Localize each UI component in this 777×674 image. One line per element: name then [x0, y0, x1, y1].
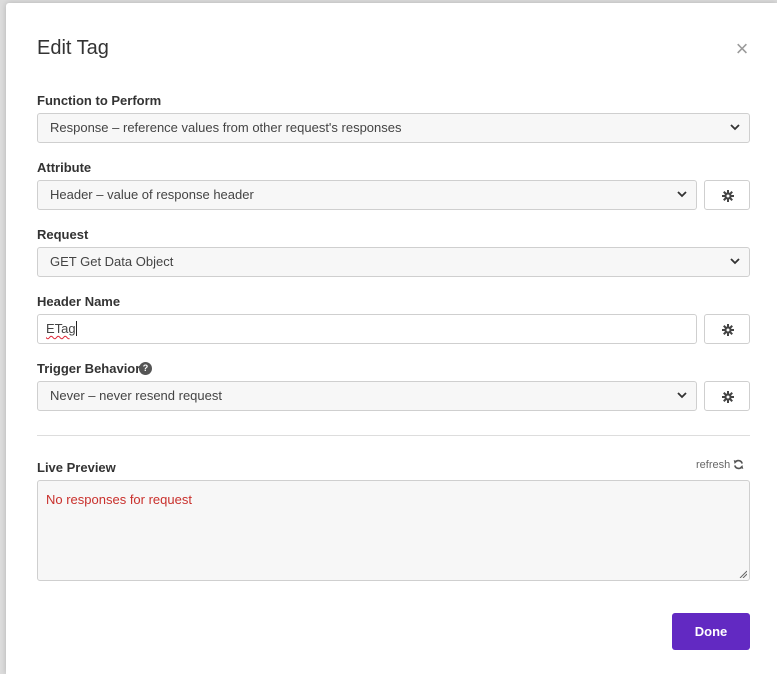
live-preview-label: Live Preview	[37, 460, 116, 475]
attribute-label: Attribute	[37, 160, 92, 175]
request-select-value: GET Get Data Object	[50, 254, 174, 269]
gear-icon	[722, 324, 734, 336]
refresh-label: refresh	[696, 459, 731, 471]
gear-icon	[722, 391, 734, 403]
request-select[interactable]: GET Get Data Object	[37, 247, 750, 277]
function-select[interactable]: Response – reference values from other r…	[37, 113, 750, 143]
help-icon[interactable]: ?	[139, 362, 152, 375]
attribute-settings-button[interactable]	[704, 180, 750, 210]
resize-handle-icon[interactable]	[739, 570, 747, 578]
gear-icon	[722, 190, 734, 202]
header-name-value: ETag	[46, 321, 76, 336]
trigger-behavior-label: Trigger Behavior	[37, 361, 141, 376]
attribute-select-value: Header – value of response header	[50, 187, 254, 202]
refresh-icon	[733, 459, 744, 470]
edit-tag-dialog: Edit Tag × Function to Perform Response …	[6, 3, 777, 674]
header-name-settings-button[interactable]	[704, 314, 750, 344]
section-divider	[37, 435, 750, 436]
function-label: Function to Perform	[37, 93, 162, 108]
chevron-down-icon	[730, 124, 740, 131]
chevron-down-icon	[677, 191, 687, 198]
live-preview-box[interactable]: No responses for request	[37, 480, 750, 581]
header-name-label: Header Name	[37, 294, 121, 309]
text-caret	[75, 321, 77, 336]
done-button[interactable]: Done	[672, 613, 750, 650]
trigger-behavior-settings-button[interactable]	[704, 381, 750, 411]
dialog-title: Edit Tag	[37, 37, 109, 59]
chevron-down-icon	[730, 258, 740, 265]
preview-message: No responses for request	[46, 492, 192, 507]
attribute-select[interactable]: Header – value of response header	[37, 180, 697, 210]
trigger-behavior-select-value: Never – never resend request	[50, 388, 222, 403]
function-select-value: Response – reference values from other r…	[50, 120, 402, 135]
trigger-behavior-select[interactable]: Never – never resend request	[37, 381, 697, 411]
refresh-link[interactable]: refresh	[696, 459, 744, 471]
request-label: Request	[37, 227, 89, 242]
close-icon[interactable]: ×	[732, 37, 752, 61]
chevron-down-icon	[677, 392, 687, 399]
header-name-input[interactable]: ETag	[37, 314, 697, 344]
